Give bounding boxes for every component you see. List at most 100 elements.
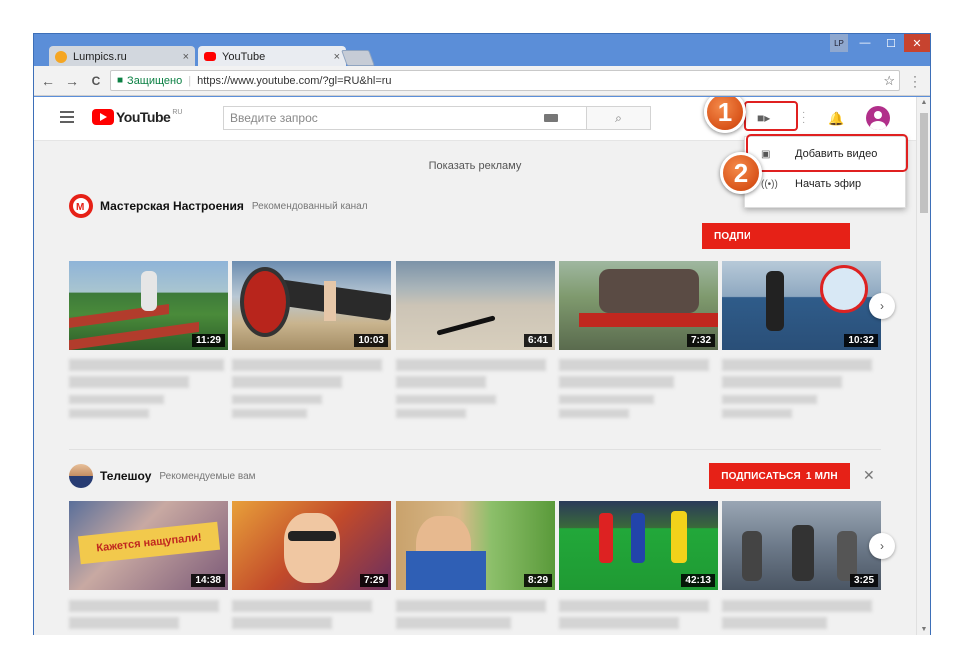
video-duration: 42:13 (681, 574, 715, 587)
youtube-play-icon (92, 109, 114, 125)
video-thumbnail[interactable]: 8:29 (396, 501, 555, 590)
bookmark-star-icon[interactable]: ☆ (883, 73, 895, 89)
title-placeholder (69, 359, 224, 371)
video-thumbnail[interactable]: 3:25 (722, 501, 881, 590)
dismiss-shelf-icon[interactable]: ✕ (863, 467, 875, 484)
minimize-button[interactable]: — (852, 34, 878, 52)
thumbnail-overlay-text: Кажется нащупали! (77, 521, 221, 565)
browser-menu-icon[interactable]: · · · (912, 70, 918, 92)
subscribe-label: ПОДПИСАТЬСЯ (721, 470, 801, 482)
notifications-bell-icon[interactable]: 🔔 (828, 111, 844, 127)
video-thumbnail[interactable]: 10:32 (722, 261, 881, 350)
tab-strip: Lumpics.ru × YouTube × LP — ☐ ✕ (34, 34, 930, 67)
video-thumbnail[interactable]: 7:29 (232, 501, 391, 590)
page-scrollbar[interactable]: ▲ ▼ (916, 97, 930, 635)
shelf-divider (69, 449, 881, 450)
shelf-header: M Мастерская Настроения Рекомендованный … (69, 194, 368, 218)
title-placeholder (722, 376, 842, 388)
tab-lumpics[interactable]: Lumpics.ru × (49, 46, 195, 67)
tab-title: Lumpics.ru (73, 50, 127, 63)
video-thumbnail[interactable]: 6:41 (396, 261, 555, 350)
annotation-badge: 2 (720, 152, 762, 194)
title-placeholder (722, 617, 827, 629)
search-button[interactable]: ⌕ (586, 107, 650, 129)
channel-subtitle: Рекомендованный канал (251, 200, 368, 212)
subscribe-button[interactable]: ПОДПИСАТЬСЯ 1 МЛН (709, 463, 850, 489)
hamburger-menu-icon[interactable] (60, 111, 74, 123)
video-duration: 7:29 (359, 574, 388, 587)
video-duration: 14:38 (191, 574, 225, 587)
address-separator: | (188, 74, 192, 87)
video-duration: 8:29 (523, 574, 552, 587)
page-viewport: YouTube RU Введите запрос ⌕ ■▸ · · · 🔔 ▣ Д… (34, 97, 916, 635)
search-placeholder: Введите запрос (230, 111, 318, 125)
tab-youtube[interactable]: YouTube × (198, 46, 346, 67)
meta-placeholder (69, 409, 149, 418)
lumpics-favicon-icon (55, 50, 67, 63)
maximize-button[interactable]: ☐ (878, 34, 904, 52)
channel-name[interactable]: Телешоу (100, 469, 151, 483)
meta-placeholder (559, 409, 629, 418)
logo-text: YouTube (116, 109, 171, 125)
scroll-up-icon[interactable]: ▲ (920, 99, 928, 106)
back-button[interactable]: ← (38, 71, 58, 91)
title-placeholder (559, 617, 679, 629)
secure-label: Защищено (127, 74, 183, 87)
show-ad-link[interactable]: Показать рекламу (34, 160, 916, 172)
shelf-header: Телешоу Рекомендуемые вам (69, 464, 256, 488)
shelf-next-button[interactable]: › (869, 293, 895, 319)
live-icon: ((•)) (761, 178, 778, 190)
meta-placeholder (722, 395, 817, 404)
close-tab-icon[interactable]: × (183, 51, 189, 63)
meta-placeholder (232, 395, 322, 404)
meta-placeholder (396, 395, 496, 404)
scroll-down-icon[interactable]: ▼ (920, 626, 928, 633)
reload-button[interactable]: C (86, 71, 106, 91)
video-duration: 3:25 (849, 574, 878, 587)
menu-item-label: Начать эфир (795, 178, 862, 190)
channel-subtitle: Рекомендуемые вам (159, 470, 256, 482)
address-bar[interactable]: ■ Защищено | https://www.youtube.com/?gl… (110, 70, 900, 91)
subscriber-count: 1 МЛН (805, 470, 838, 482)
meta-placeholder (69, 395, 164, 404)
logo-region: RU (172, 109, 183, 116)
forward-button[interactable]: → (62, 71, 82, 91)
channel-name[interactable]: Мастерская Настроения (100, 199, 244, 213)
new-tab-button[interactable] (341, 50, 375, 66)
profile-badge[interactable]: LP (830, 34, 848, 52)
url-text[interactable]: https://www.youtube.com/?gl=RU&hl=ru (197, 75, 391, 87)
channel-avatar[interactable] (69, 464, 93, 488)
search-box[interactable]: Введите запрос ⌕ (223, 106, 651, 130)
video-duration: 10:03 (354, 334, 388, 347)
title-placeholder (396, 617, 511, 629)
video-thumbnail[interactable]: 10:03 (232, 261, 391, 350)
meta-placeholder (722, 409, 792, 418)
meta-placeholder (559, 395, 654, 404)
menu-item-go-live[interactable]: ((•)) Начать эфир (745, 169, 907, 199)
video-thumbnail[interactable]: 42:13 (559, 501, 718, 590)
title-placeholder (232, 376, 342, 388)
browser-toolbar: ← → C ■ Защищено | https://www.youtube.c… (34, 66, 930, 96)
scrollbar-thumb[interactable] (920, 113, 928, 213)
apps-icon[interactable]: · · · (802, 108, 805, 128)
keyboard-icon[interactable] (544, 114, 558, 122)
browser-window: Lumpics.ru × YouTube × LP — ☐ ✕ ← → C ■ … (33, 33, 931, 635)
video-duration: 10:32 (844, 334, 878, 347)
video-thumbnail[interactable]: Кажется нащупали! 14:38 (69, 501, 228, 590)
video-duration: 6:41 (523, 334, 552, 347)
title-placeholder (69, 600, 219, 612)
close-window-button[interactable]: ✕ (904, 34, 930, 52)
title-placeholder (722, 600, 872, 612)
subscribe-button-hidden[interactable] (750, 223, 850, 249)
title-placeholder (232, 617, 332, 629)
shelf-next-button[interactable]: › (869, 533, 895, 559)
account-avatar[interactable] (866, 106, 890, 130)
channel-avatar[interactable]: M (69, 194, 93, 218)
subscribe-button[interactable]: ПОДПИ (702, 223, 751, 249)
youtube-logo[interactable]: YouTube RU (92, 109, 182, 125)
title-placeholder (232, 359, 382, 371)
chevron-right-icon: › (880, 539, 884, 553)
video-thumbnail[interactable]: 11:29 (69, 261, 228, 350)
close-tab-icon[interactable]: × (334, 51, 340, 63)
video-thumbnail[interactable]: 7:32 (559, 261, 718, 350)
